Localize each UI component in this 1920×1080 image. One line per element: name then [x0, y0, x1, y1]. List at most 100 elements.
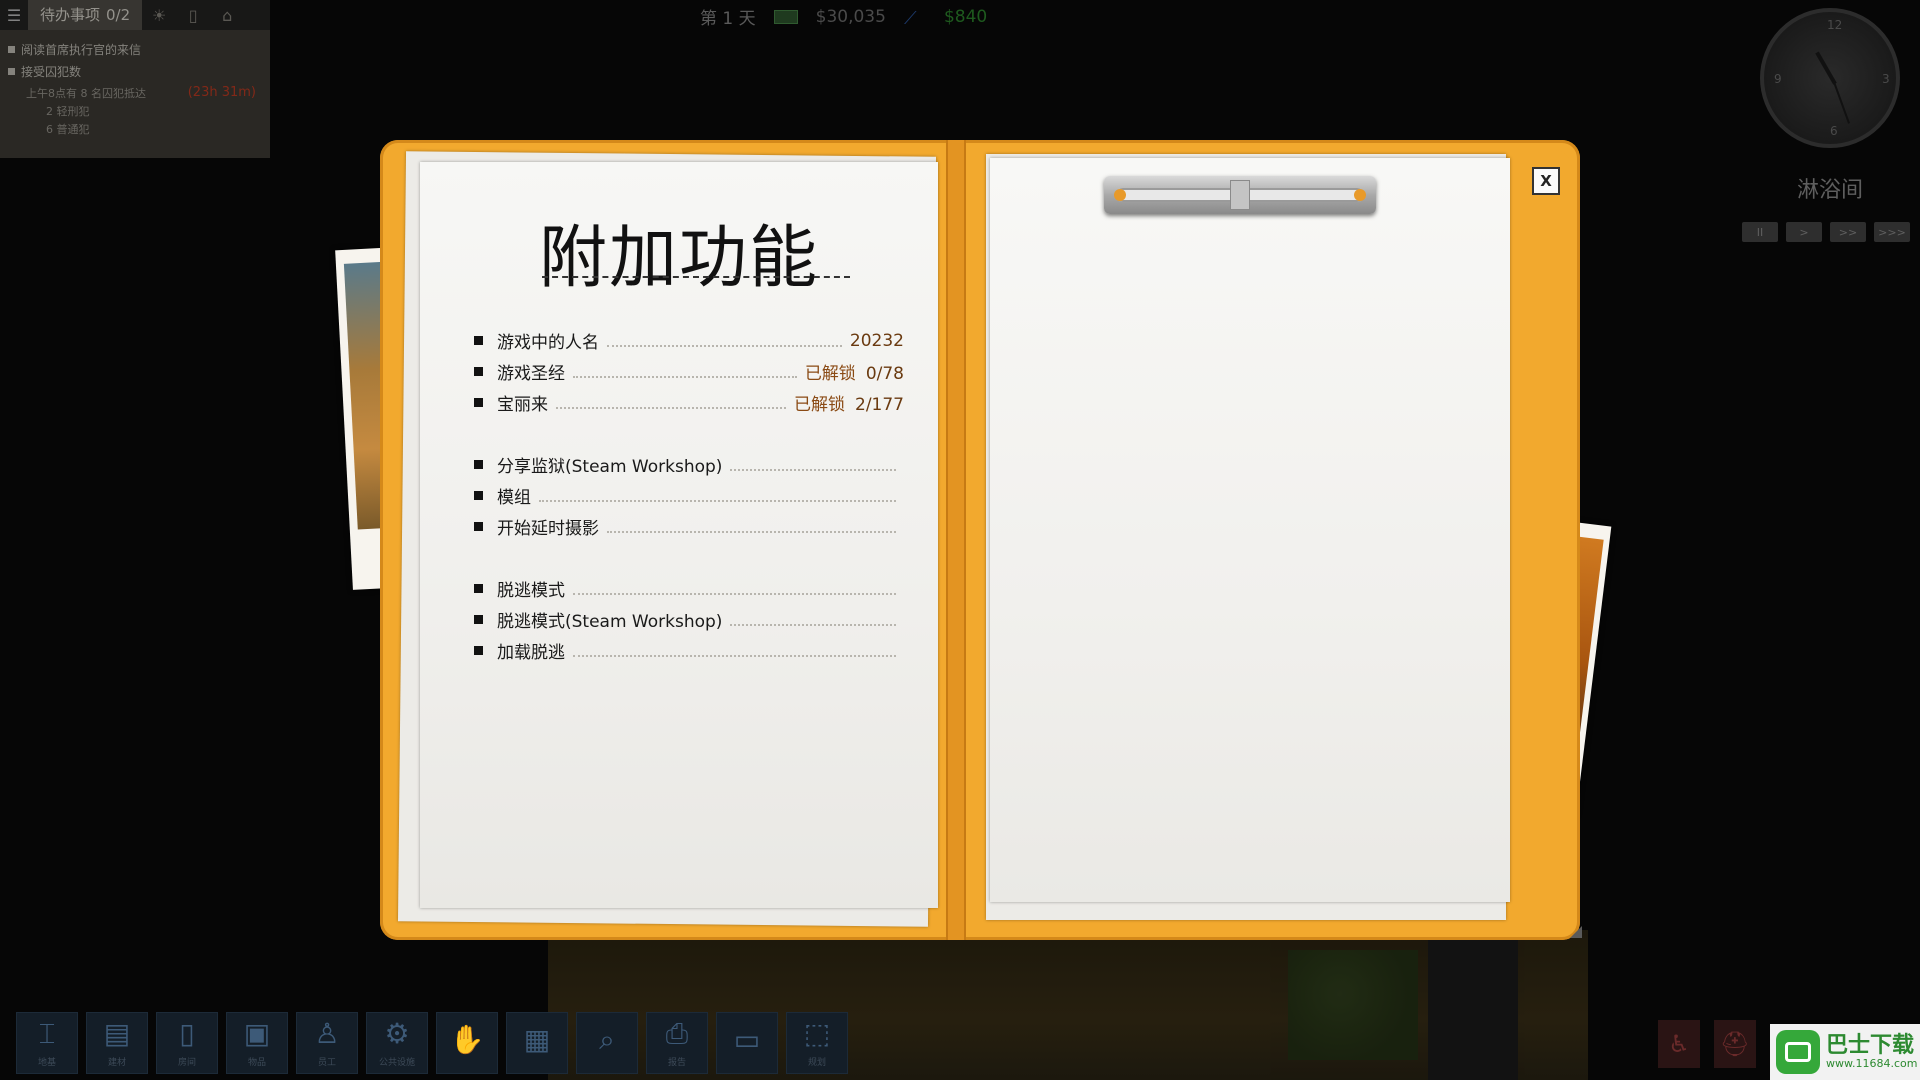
clock-minute-hand [1832, 79, 1850, 124]
bullet-icon [474, 615, 483, 624]
site-watermark: 巴士下载 www.11684.com [1770, 1024, 1920, 1080]
dot-leader [539, 490, 896, 502]
unlock-status: 已解锁 [794, 395, 845, 415]
tool-foundations[interactable]: ⌶ 地基 [16, 1012, 78, 1074]
resize-handle-icon[interactable] [1570, 926, 1582, 938]
clock-number: 9 [1774, 72, 1782, 86]
game-clock: 12 3 6 9 [1760, 8, 1900, 148]
bullet-icon [474, 367, 483, 376]
tool-reports[interactable]: ⎙ 报告 [646, 1012, 708, 1074]
tool-deploy[interactable]: ▭ [716, 1012, 778, 1074]
menu-item-escape-workshop[interactable]: 脱逃模式(Steam Workshop) [474, 604, 904, 635]
tool-hand[interactable]: ✋ [436, 1012, 498, 1074]
tool-plan[interactable]: ⬚ 规划 [786, 1012, 848, 1074]
dot-leader [556, 397, 786, 409]
bullet-icon [474, 584, 483, 593]
extras-folder-modal: X 附加功能 游戏中的人名 20232 游戏圣经 已解锁 0/78 宝丽来 已解锁… [335, 140, 1612, 940]
building-icon[interactable]: ⌂ [210, 0, 244, 30]
menu-item-label: 脱逃模式 [497, 581, 565, 601]
tool-grid[interactable]: ▦ [506, 1012, 568, 1074]
watermark-name: 巴士下载 [1826, 1032, 1915, 1058]
tool-label: 建材 [107, 1057, 126, 1068]
speed-fastest-button[interactable]: >>> [1874, 222, 1910, 242]
tool-objects[interactable]: ▣ 物品 [226, 1012, 288, 1074]
bullet-icon [474, 522, 483, 531]
right-page [990, 158, 1510, 902]
menu-item-names-in-game[interactable]: 游戏中的人名 20232 [474, 325, 904, 356]
tool-label: 公共设施 [378, 1057, 415, 1068]
folder-spine [946, 140, 966, 940]
income[interactable]: $840 [944, 7, 987, 27]
reports-icon: ⎙ [665, 1016, 689, 1050]
unlock-count: 2/177 [855, 395, 904, 415]
todo-item-label: 阅读首席执行官的来信 [21, 43, 142, 57]
riot-helmet-icon[interactable]: ⛑ [1714, 1020, 1756, 1068]
close-button[interactable]: X [1532, 167, 1560, 195]
todo-item-label: 接受囚犯数 [21, 65, 82, 79]
menu-item-load-escape[interactable]: 加载脱逃 [474, 635, 904, 666]
clip-rivet [1354, 189, 1366, 201]
search-icon: ⌕ [599, 1023, 615, 1056]
dot-leader [573, 583, 896, 595]
balance[interactable]: $30,035 [816, 7, 886, 27]
unlock-count: 0/78 [865, 364, 904, 384]
tool-rooms[interactable]: ▯ 房间 [156, 1012, 218, 1074]
tool-staff[interactable]: ♙ 员工 [296, 1012, 358, 1074]
wheelchair-icon[interactable]: ♿ [1658, 1020, 1700, 1068]
watermark-text: 巴士下载 www.11684.com [1826, 1032, 1918, 1071]
grid-icon: ▦ [523, 1023, 551, 1056]
tool-label: 地基 [37, 1057, 56, 1068]
reputation-icon[interactable]: ☀ [142, 0, 176, 30]
todo-item[interactable]: 阅读首席执行官的来信 [8, 41, 262, 58]
clip-hinge [1230, 180, 1250, 210]
todo-item[interactable]: 接受囚犯数 [8, 63, 262, 80]
menu-item-label: 加载脱逃 [497, 643, 565, 663]
status-bar: 第 1 天 $30,035 ⟋ $840 [700, 4, 987, 30]
menu-item-label: 分享监狱(Steam Workshop) [497, 457, 723, 477]
checkbox-icon [8, 46, 15, 53]
bullet-icon [474, 491, 483, 500]
speed-fast-button[interactable]: >> [1830, 222, 1866, 242]
speed-normal-button[interactable]: > [1786, 222, 1822, 242]
page-title: 附加功能 [538, 219, 819, 298]
menu-item-label: 脱逃模式(Steam Workshop) [497, 612, 723, 632]
menu-item-value: 20232 [849, 330, 904, 351]
utilities-icon: ⚙ [384, 1016, 410, 1050]
bullet-icon [474, 398, 483, 407]
menu-item-value: 已解锁 2/177 [794, 390, 904, 415]
extras-menu: 游戏中的人名 20232 游戏圣经 已解锁 0/78 宝丽来 已解锁 2/177 分… [474, 325, 904, 666]
dot-leader [730, 614, 896, 626]
bullet-icon [474, 646, 483, 655]
menu-item-label: 游戏中的人名 [497, 333, 599, 353]
watermark-url: www.11684.com [1826, 1057, 1918, 1071]
menu-item-label: 模组 [497, 488, 531, 508]
tool-label: 物品 [247, 1057, 266, 1068]
tool-materials[interactable]: ▤ 建材 [86, 1012, 148, 1074]
materials-icon: ▤ [103, 1016, 131, 1050]
tool-utilities[interactable]: ⚙ 公共设施 [366, 1012, 428, 1074]
tool-label: 规划 [807, 1057, 826, 1068]
menu-item-polaroids[interactable]: 宝丽来 已解锁 2/177 [474, 387, 904, 418]
dot-leader [607, 335, 842, 347]
dot-leader [573, 645, 896, 657]
menu-item-game-bible[interactable]: 游戏圣经 已解锁 0/78 [474, 356, 904, 387]
menu-item-share-prison[interactable]: 分享监狱(Steam Workshop) [474, 449, 904, 480]
menu-item-timelapse[interactable]: 开始延时摄影 [474, 511, 904, 542]
todo-timer: (23h 31m) [187, 85, 256, 100]
pause-button[interactable]: II [1742, 222, 1778, 242]
cash-icon [773, 9, 798, 24]
list-icon[interactable]: ☰ [0, 0, 28, 30]
menu-item-value: 已解锁 0/78 [805, 359, 904, 384]
room-label: 淋浴间 [1796, 178, 1863, 203]
todo-tab[interactable]: 待办事项 0/2 [28, 0, 143, 30]
menu-item-escape-mode[interactable]: 脱逃模式 [474, 573, 904, 604]
tool-search[interactable]: ⌕ [576, 1012, 638, 1074]
road [1428, 930, 1518, 1080]
document-icon[interactable]: ▯ [176, 0, 210, 30]
menu-item-mods[interactable]: 模组 [474, 480, 904, 511]
clip-rivet [1114, 189, 1126, 201]
todo-header: ☰ 待办事项 0/2 ☀ ▯ ⌂ [0, 0, 270, 30]
todo-subitem: 上午8点有 8 名囚犯抵达 (23h 31m) [26, 85, 262, 101]
